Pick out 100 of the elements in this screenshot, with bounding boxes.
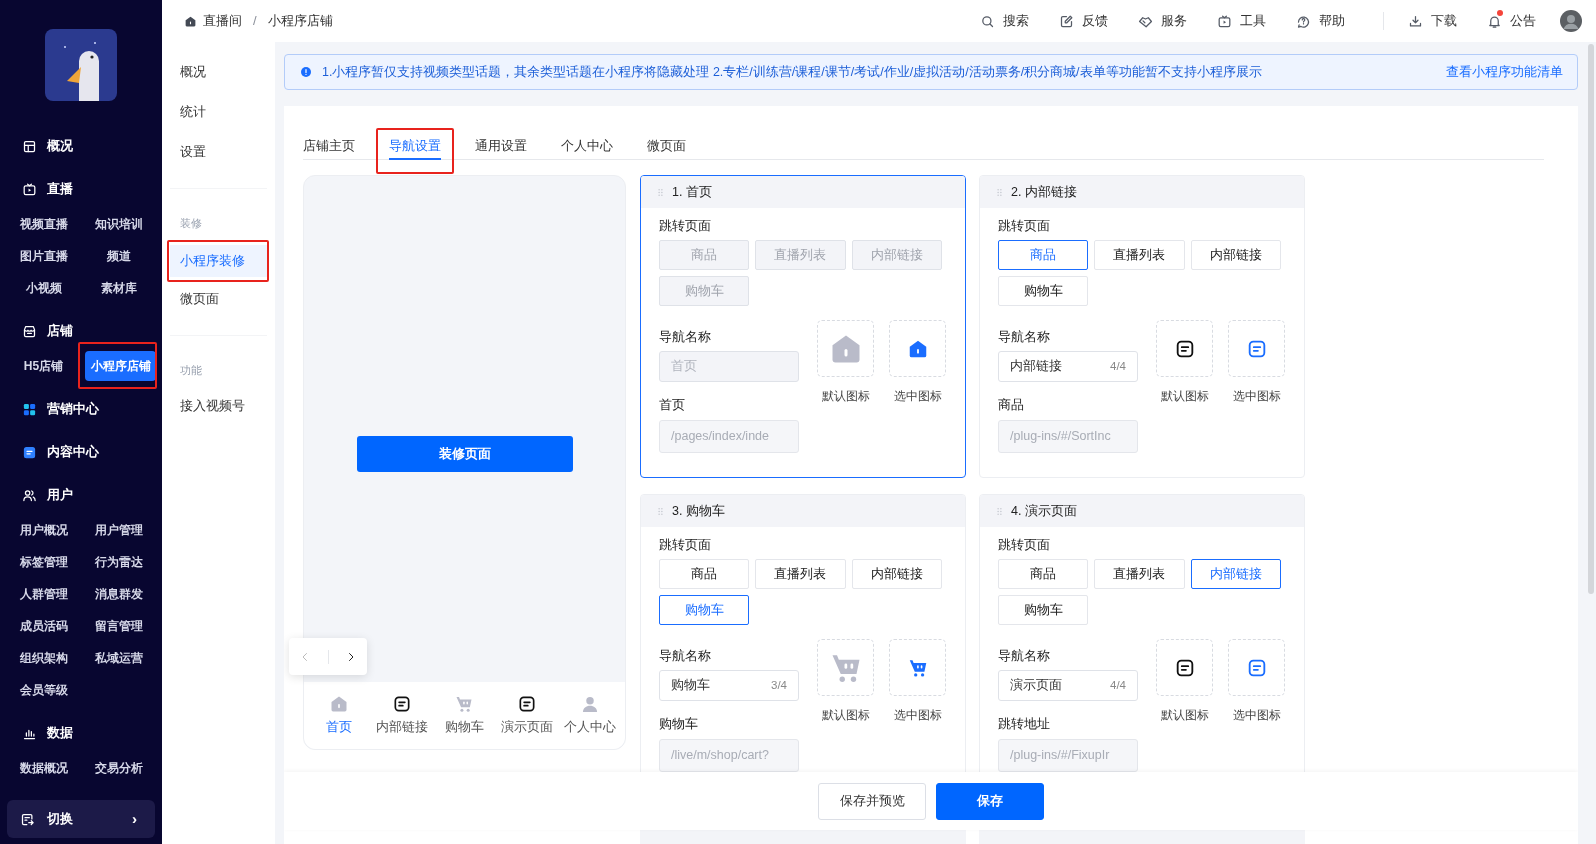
- sidebar-item[interactable]: 素材库: [100, 279, 137, 297]
- preview-tab[interactable]: 演示页面: [495, 682, 559, 749]
- switch-icon: [20, 811, 35, 827]
- icon-caption: 选中图标: [1232, 707, 1281, 724]
- sidebar-item[interactable]: 小视频: [25, 279, 62, 297]
- sidebar-item[interactable]: 会员等级: [19, 681, 68, 699]
- sidebar-item[interactable]: 用户概况: [19, 521, 68, 539]
- target-option[interactable]: 直播列表: [1094, 559, 1185, 589]
- play-screen-icon: [1217, 13, 1232, 29]
- notice-text: 1.小程序暂仅支持视频类型话题，其余类型话题在小程序将隐藏处理 2.专栏/训练营/课程/课节/考试/作业/虚拟活动/活动票务/积分商城/表单等功能暂不支持小程序展示: [322, 63, 1262, 81]
- drag-handle-icon: [655, 505, 666, 517]
- target-option[interactable]: 直播列表: [1094, 240, 1185, 270]
- sidebar-item[interactable]: 行为雷达: [94, 553, 143, 571]
- avatar-icon[interactable]: [1560, 10, 1582, 32]
- breadcrumb-link[interactable]: 直播间: [203, 11, 242, 31]
- tab[interactable]: 微页面: [647, 128, 686, 160]
- field-label: 导航名称: [659, 648, 712, 665]
- sidebar-section-title[interactable]: 概况: [47, 136, 73, 156]
- toolbar-link[interactable]: 工具: [1217, 11, 1266, 31]
- preview-tab[interactable]: 首页: [308, 682, 371, 749]
- target-option[interactable]: 购物车: [998, 595, 1089, 625]
- sidebar-item[interactable]: 交易分析: [94, 759, 143, 777]
- document-icon: [22, 444, 37, 460]
- sidebar-section-title[interactable]: 店铺: [47, 321, 73, 341]
- tab[interactable]: 通用设置: [475, 128, 527, 160]
- sidebar-item[interactable]: 频道: [106, 247, 131, 265]
- sidebar-item[interactable]: 人群管理: [19, 585, 68, 603]
- bell-icon: [1487, 13, 1502, 29]
- sidebar-section-title[interactable]: 用户: [47, 485, 73, 505]
- sidebar-section-title[interactable]: 直播: [47, 179, 73, 199]
- tab[interactable]: 店铺主页: [303, 128, 355, 160]
- sidebar-item[interactable]: 成员活码: [19, 617, 68, 635]
- card-title: 2. 内部链接: [1011, 183, 1077, 201]
- icon-upload-box[interactable]: [1156, 639, 1213, 696]
- sidebar-item[interactable]: 私域运营: [94, 649, 143, 667]
- name-input[interactable]: 内部链接 4/4: [998, 351, 1138, 382]
- target-option[interactable]: 直播列表: [755, 559, 846, 589]
- field-label: 导航名称: [659, 329, 712, 346]
- sidebar-item[interactable]: 留言管理: [94, 617, 143, 635]
- sidebar-item[interactable]: 组织架构: [19, 649, 68, 667]
- group-heading: 装修: [179, 215, 203, 231]
- drag-handle-icon: [994, 186, 1005, 198]
- toolbar-link[interactable]: 公告: [1487, 11, 1536, 31]
- target-option[interactable]: 购物车: [659, 595, 750, 625]
- card-title: 3. 购物车: [672, 502, 725, 520]
- icon-caption: 默认图标: [1160, 707, 1209, 724]
- preview-tab[interactable]: 购物车: [433, 682, 496, 749]
- sidebar-section-title[interactable]: 营销中心: [47, 399, 99, 419]
- sidebar-item[interactable]: 小程序店铺: [85, 351, 156, 381]
- sidebar-item[interactable]: 消息群发: [94, 585, 143, 603]
- house-icon: [184, 14, 197, 28]
- tab[interactable]: 导航设置: [389, 128, 441, 160]
- preview-tab[interactable]: 个人中心: [558, 682, 621, 749]
- subnav-item[interactable]: 微页面: [162, 289, 219, 309]
- sidebar-item[interactable]: 数据概况: [19, 759, 68, 777]
- save-button[interactable]: 保存: [936, 782, 1044, 820]
- play-screen-icon: [22, 181, 37, 197]
- subnav-item[interactable]: 小程序装修: [170, 245, 267, 277]
- target-option[interactable]: 商品: [659, 559, 750, 589]
- name-input[interactable]: 演示页面 4/4: [998, 670, 1138, 701]
- field-label: 导航名称: [998, 329, 1051, 346]
- sidebar-item[interactable]: 知识培训: [94, 215, 143, 233]
- info-icon: [300, 66, 312, 78]
- sidebar-item[interactable]: 用户管理: [94, 521, 143, 539]
- target-option[interactable]: 购物车: [998, 276, 1089, 306]
- character-counter: 4/4: [1110, 358, 1126, 374]
- subnav-item[interactable]: 设置: [162, 142, 206, 162]
- decorate-page-button[interactable]: 装修页面: [356, 436, 573, 472]
- sidebar-item[interactable]: 视频直播: [19, 215, 68, 233]
- notice-link[interactable]: 查看小程序功能清单: [1446, 62, 1563, 82]
- sidebar-item[interactable]: 图片直播: [19, 247, 68, 265]
- sidebar-section-title[interactable]: 内容中心: [47, 442, 99, 462]
- tab[interactable]: 个人中心: [561, 128, 613, 160]
- scrollbar-thumb[interactable]: [1588, 44, 1594, 594]
- sidebar-item[interactable]: 标签管理: [19, 553, 68, 571]
- icon-upload-box[interactable]: [1156, 320, 1213, 377]
- toolbar-link[interactable]: 反馈: [1059, 11, 1108, 31]
- target-option[interactable]: 内部链接: [851, 559, 942, 589]
- field-label: 商品: [998, 397, 1025, 414]
- toolbar-link[interactable]: 搜索: [980, 11, 1029, 31]
- toolbar-link[interactable]: 下载: [1408, 11, 1457, 31]
- subnav-item[interactable]: 统计: [162, 102, 206, 122]
- name-input[interactable]: 购物车 3/4: [659, 670, 799, 701]
- save-preview-button[interactable]: 保存并预览: [818, 782, 926, 820]
- target-option[interactable]: 内部链接: [1190, 559, 1281, 589]
- target-option[interactable]: 商品: [998, 240, 1089, 270]
- icon-caption: 默认图标: [821, 388, 870, 405]
- target-option[interactable]: 商品: [998, 559, 1089, 589]
- download-icon: [1408, 13, 1423, 29]
- target-option[interactable]: 内部链接: [1190, 240, 1281, 270]
- breadcrumb-link[interactable]: 小程序店铺: [267, 11, 333, 31]
- sidebar-item[interactable]: H5店铺: [23, 357, 64, 375]
- preview-tab[interactable]: 内部链接: [370, 682, 434, 749]
- toolbar-link[interactable]: 服务: [1138, 11, 1187, 31]
- subnav-item[interactable]: 接入视频号: [162, 396, 245, 416]
- sidebar-section-title[interactable]: 数据: [47, 723, 73, 743]
- logo-icon: [45, 29, 117, 101]
- subnav-item[interactable]: 概况: [162, 62, 206, 82]
- toolbar-link[interactable]: 帮助: [1296, 11, 1345, 31]
- switch-button[interactable]: 切换 ›: [7, 800, 155, 838]
